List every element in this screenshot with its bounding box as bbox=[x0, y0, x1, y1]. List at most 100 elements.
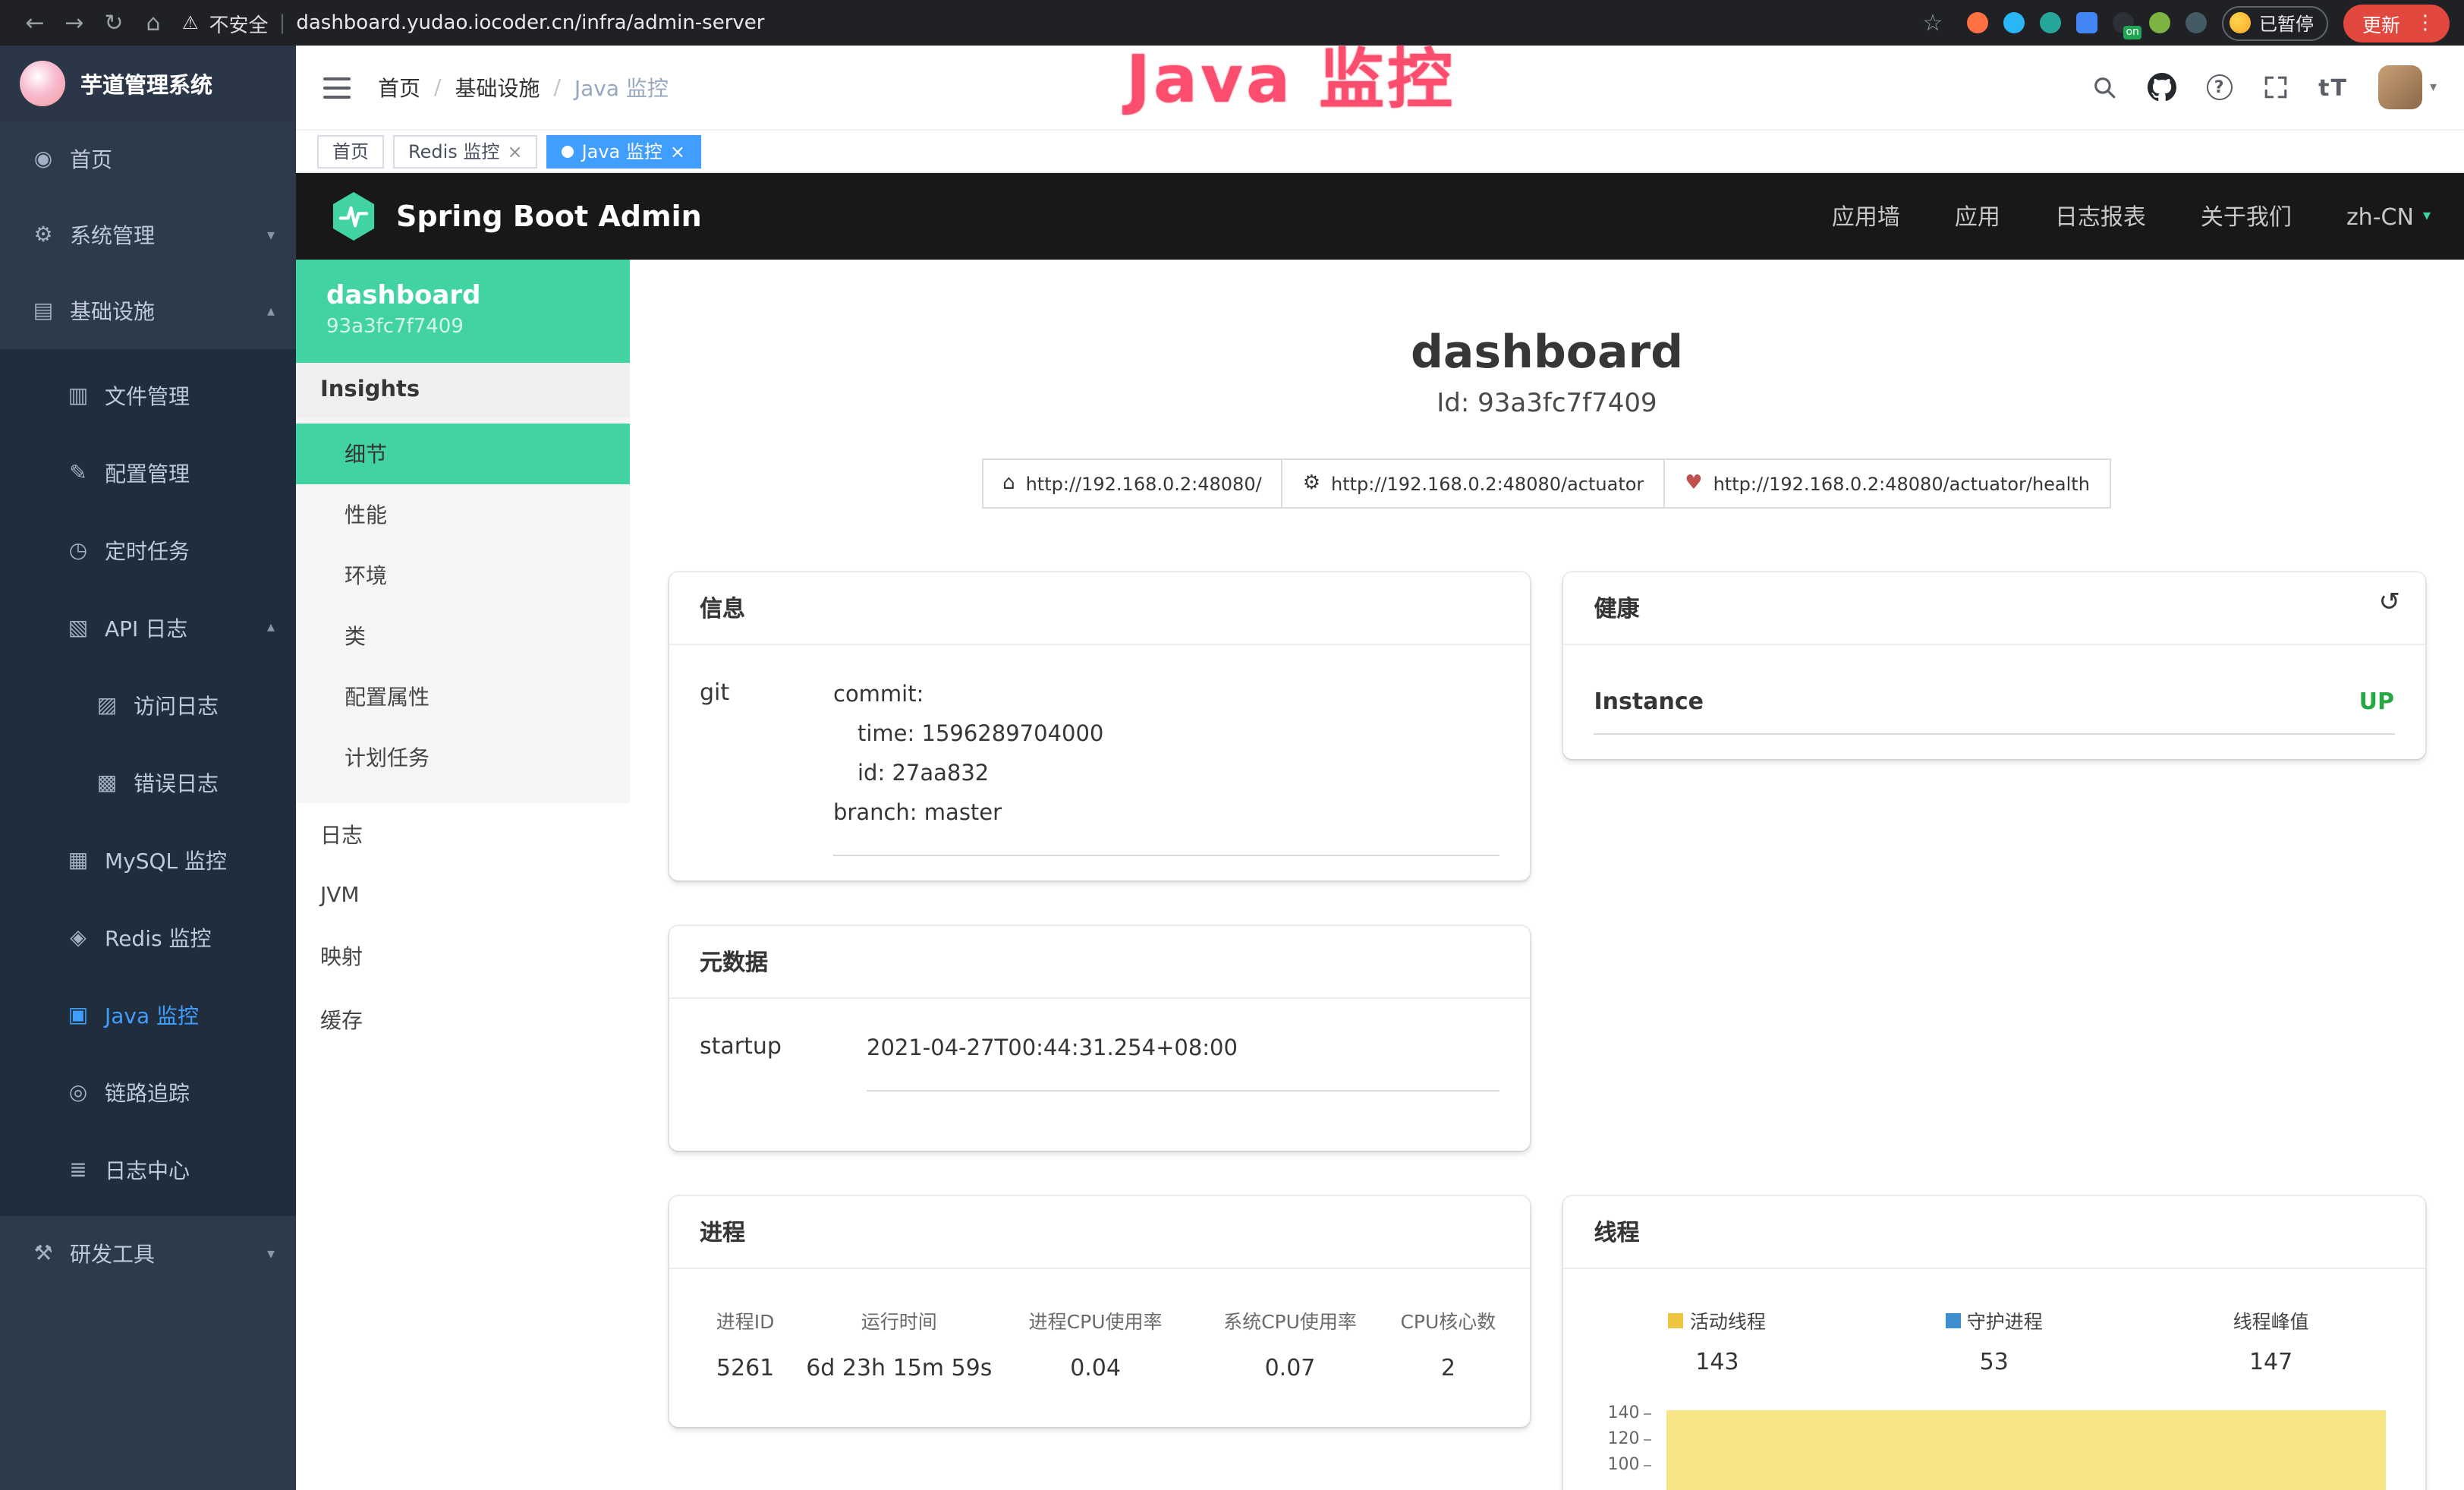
sidebar-item-java-monitor[interactable]: ▣ Java 监控 bbox=[0, 976, 296, 1054]
sidebar-item-label: 访问日志 bbox=[134, 690, 219, 720]
menu-item-metrics[interactable]: 性能 bbox=[296, 484, 630, 545]
service-url-text: http://192.168.0.2:48080/ bbox=[1026, 473, 1262, 494]
wrench-icon: ⚙ bbox=[1303, 472, 1320, 495]
extension-icon[interactable] bbox=[2041, 12, 2062, 33]
sidebar-item-redis-monitor[interactable]: ◈ Redis 监控 bbox=[0, 899, 296, 976]
menu-item-classes[interactable]: 类 bbox=[296, 606, 630, 666]
close-icon[interactable]: × bbox=[670, 142, 685, 160]
legend-square-blue bbox=[1946, 1313, 1961, 1328]
sba-brand-title[interactable]: Spring Boot Admin bbox=[396, 200, 702, 233]
tab-redis-monitor[interactable]: Redis 监控 × bbox=[393, 134, 538, 168]
bookmark-star-icon[interactable]: ☆ bbox=[1913, 9, 1953, 36]
health-url-link[interactable]: ♥ http://192.168.0.2:48080/actuator/heal… bbox=[1663, 458, 2111, 509]
extensions-puzzle-icon[interactable] bbox=[2186, 12, 2208, 33]
security-label[interactable]: 不安全 bbox=[209, 8, 269, 37]
github-icon[interactable] bbox=[2147, 73, 2176, 102]
sidebar-item-access-logs[interactable]: ▨ 访问日志 bbox=[0, 666, 296, 744]
address-bar[interactable]: ⚠ 不安全 | dashboard.yudao.iocoder.cn/infra… bbox=[182, 8, 1913, 37]
sidebar-item-error-logs[interactable]: ▩ 错误日志 bbox=[0, 744, 296, 821]
app-logo[interactable]: 芋道管理系统 bbox=[0, 46, 296, 121]
y-axis-tick: 100 bbox=[1585, 1455, 1652, 1475]
menu-section-insights: Insights bbox=[296, 363, 630, 417]
chart-area-live-threads bbox=[1667, 1411, 2386, 1490]
menu-item-mappings[interactable]: 映射 bbox=[296, 925, 630, 988]
font-size-icon[interactable]: tT bbox=[2318, 74, 2348, 101]
reload-icon[interactable]: ↻ bbox=[94, 9, 134, 36]
browser-home-icon[interactable]: ⌂ bbox=[134, 9, 173, 36]
sidebar-item-infrastructure[interactable]: ▤ 基础设施 ▴ bbox=[0, 273, 296, 349]
sba-nav-journal[interactable]: 日志报表 bbox=[2055, 200, 2146, 232]
edit-icon: ✎ bbox=[65, 461, 91, 485]
process-card-title: 进程 bbox=[669, 1197, 1531, 1270]
sidebar-item-home[interactable]: ◉ 首页 bbox=[0, 121, 296, 197]
service-url-link[interactable]: ⌂ http://192.168.0.2:48080/ bbox=[981, 458, 1283, 509]
sidebar-toggle-icon[interactable] bbox=[323, 75, 351, 99]
help-icon[interactable]: ? bbox=[2206, 74, 2232, 100]
sidebar-item-api-logs[interactable]: ▧ API 日志 ▴ bbox=[0, 589, 296, 666]
sba-nav-applications[interactable]: 应用 bbox=[1955, 200, 2000, 232]
heart-icon: ♥ bbox=[1685, 472, 1702, 495]
extension-icon[interactable] bbox=[2150, 12, 2171, 33]
sidebar-item-file-management[interactable]: ▥ 文件管理 bbox=[0, 357, 296, 434]
forward-icon[interactable]: → bbox=[55, 9, 94, 36]
sidebar-item-label: MySQL 监控 bbox=[105, 845, 227, 875]
menu-item-jvm[interactable]: JVM bbox=[296, 867, 630, 925]
legend-label: 守护进程 bbox=[1967, 1306, 2043, 1335]
history-icon[interactable]: ↺ bbox=[2379, 587, 2401, 618]
target-icon: ◎ bbox=[65, 1080, 91, 1104]
legend-label: 活动线程 bbox=[1690, 1306, 1766, 1335]
update-button[interactable]: 更新 ⋮ bbox=[2344, 4, 2449, 42]
document-icon: ▩ bbox=[94, 770, 120, 795]
sidebar-item-label: 基础设施 bbox=[70, 296, 155, 326]
app-sidebar: 芋道管理系统 ◉ 首页 ⚙ 系统管理 ▾ ▤ 基础设施 ▴ bbox=[0, 46, 296, 1490]
sidebar-item-config-management[interactable]: ✎ 配置管理 bbox=[0, 434, 296, 512]
close-icon[interactable]: × bbox=[507, 142, 522, 160]
dashboard-icon: ◉ bbox=[30, 147, 56, 172]
tab-home[interactable]: 首页 bbox=[317, 134, 384, 168]
menu-item-scheduled-tasks[interactable]: 计划任务 bbox=[296, 727, 630, 788]
navbar-actions: ? tT ▾ bbox=[2091, 65, 2437, 109]
menu-item-details[interactable]: 细节 bbox=[296, 424, 630, 484]
menu-item-config-props[interactable]: 配置属性 bbox=[296, 666, 630, 727]
peak-threads-value: 147 bbox=[2132, 1335, 2409, 1376]
sba-nav-wallboard[interactable]: 应用墙 bbox=[1832, 200, 1900, 232]
extension-icon[interactable] bbox=[1968, 12, 1989, 33]
menu-item-caches[interactable]: 缓存 bbox=[296, 988, 630, 1052]
tab-java-monitor[interactable]: Java 监控 × bbox=[547, 134, 700, 168]
metadata-card: 元数据 startup 2021-04-27T00:44:31.254+08:0… bbox=[669, 927, 1531, 1151]
extension-icon[interactable]: on bbox=[2113, 12, 2135, 33]
breadcrumb-item-home[interactable]: 首页 bbox=[378, 72, 420, 102]
extension-icon[interactable] bbox=[2077, 12, 2098, 33]
instance-header[interactable]: dashboard 93a3fc7f7409 bbox=[296, 260, 630, 363]
breadcrumb-separator: / bbox=[553, 75, 560, 99]
sidebar-item-label: 首页 bbox=[70, 144, 112, 175]
user-menu[interactable]: ▾ bbox=[2378, 65, 2437, 109]
sidebar-item-system-management[interactable]: ⚙ 系统管理 ▾ bbox=[0, 197, 296, 273]
sidebar-item-log-center[interactable]: ≣ 日志中心 bbox=[0, 1131, 296, 1208]
sidebar-item-mysql-monitor[interactable]: ▦ MySQL 监控 bbox=[0, 821, 296, 899]
sba-nav-about[interactable]: 关于我们 bbox=[2201, 200, 2292, 232]
sidebar-item-scheduled-jobs[interactable]: ◷ 定时任务 bbox=[0, 512, 296, 589]
extension-icon[interactable] bbox=[2004, 12, 2025, 33]
list-icon: ≣ bbox=[65, 1158, 91, 1182]
url-text[interactable]: dashboard.yudao.iocoder.cn/infra/admin-s… bbox=[296, 11, 764, 34]
process-col-header: CPU核心数 bbox=[1387, 1297, 1509, 1344]
breadcrumb-item-infrastructure[interactable]: 基础设施 bbox=[455, 72, 540, 102]
profile-badge[interactable]: 已暂停 bbox=[2223, 5, 2329, 40]
sba-header: Spring Boot Admin 应用墙 应用 日志报表 关于我们 zh-CN… bbox=[296, 173, 2464, 260]
sidebar-item-trace[interactable]: ◎ 链路追踪 bbox=[0, 1054, 296, 1131]
health-row-label: Instance bbox=[1594, 688, 1704, 715]
home-icon: ⌂ bbox=[1002, 472, 1015, 495]
sidebar-item-dev-tools[interactable]: ⚒ 研发工具 ▾ bbox=[0, 1216, 296, 1292]
search-icon[interactable] bbox=[2091, 74, 2116, 100]
actuator-url-link[interactable]: ⚙ http://192.168.0.2:48080/actuator bbox=[1282, 458, 1666, 509]
gear-icon: ⚙ bbox=[30, 223, 56, 247]
health-card-title: 健康 bbox=[1594, 595, 1640, 622]
back-icon[interactable]: ← bbox=[15, 9, 55, 36]
menu-item-environment[interactable]: 环境 bbox=[296, 545, 630, 606]
instance-id: 93a3fc7f7409 bbox=[326, 316, 599, 339]
menu-kebab-icon[interactable]: ⋮ bbox=[2409, 11, 2441, 34]
menu-item-loggers[interactable]: 日志 bbox=[296, 803, 630, 867]
language-selector[interactable]: zh-CN ▾ bbox=[2346, 203, 2431, 230]
fullscreen-icon[interactable] bbox=[2262, 74, 2288, 100]
